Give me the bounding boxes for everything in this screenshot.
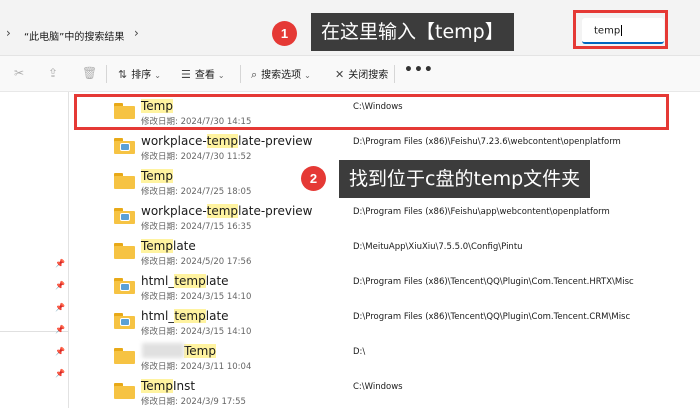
item-path: D:\MeituApp\XiuXiu\7.5.5.0\Config\Pintu [353, 242, 523, 252]
chevron-right-icon[interactable]: › [134, 26, 139, 40]
item-path: D:\Program Files (x86)\Tencent\QQ\Plugin… [353, 277, 634, 287]
item-path: D:\Program Files (x86)\Feishu\7.23.6\web… [353, 137, 621, 147]
search-options-button[interactable]: ⌕ 搜索选项 ⌄ [251, 66, 311, 82]
item-date: 修改日期: 2024/5/20 17:56 [141, 257, 252, 267]
blurred-redaction [142, 343, 184, 358]
item-date: 修改日期: 2024/3/9 17:55 [141, 397, 246, 407]
folder-icon [114, 173, 135, 189]
pin-icon[interactable]: 📌 [55, 303, 65, 312]
item-name: html_template [141, 309, 229, 323]
folder-image-icon [114, 313, 135, 329]
sort-label: 排序 [131, 70, 152, 81]
item-date: 修改日期: 2024/3/11 10:04 [141, 362, 252, 372]
breadcrumb[interactable]: “此电脑”中的搜索结果 [24, 28, 124, 43]
list-item[interactable]: TempInst 修改日期: 2024/3/9 17:55 C:\Windows [72, 374, 700, 408]
list-item[interactable]: html_template 修改日期: 2024/3/15 14:10 D:\P… [72, 304, 700, 339]
close-search-label: 关闭搜索 [348, 70, 389, 81]
toolbar-divider [394, 65, 395, 83]
chevron-down-icon: ⌄ [154, 71, 161, 80]
item-name: Template [141, 239, 196, 253]
pin-icon[interactable]: 📌 [55, 281, 65, 290]
item-path: D:\Program Files (x86)\Feishu\app\webcon… [353, 207, 610, 217]
item-date: 修改日期: 2024/7/30 11:52 [141, 152, 252, 162]
item-date: 修改日期: 2024/3/15 14:10 [141, 292, 252, 302]
pin-icon[interactable]: 📌 [55, 369, 65, 378]
callout-1: 在这里输入【temp】 [311, 13, 514, 51]
toolbar-divider [106, 65, 107, 83]
pin-icon[interactable]: 📌 [55, 325, 65, 334]
list-item[interactable]: workplace-template-preview 修改日期: 2024/7/… [72, 129, 700, 164]
item-name: workplace-template-preview [141, 204, 313, 218]
command-toolbar: ✂ ⇪ 🗑 ⇅ 排序 ⌄ ☰ 查看 ⌄ ⌕ 搜索选项 ⌄ ✕ 关闭搜索 ••• [0, 56, 700, 92]
view-icon: ☰ [181, 68, 191, 81]
folder-image-icon [114, 138, 135, 154]
item-date: 修改日期: 2024/7/15 16:35 [141, 222, 252, 232]
pin-icon[interactable]: 📌 [55, 259, 65, 268]
close-search-button[interactable]: ✕ 关闭搜索 [335, 66, 388, 81]
share-icon[interactable]: ⇪ [48, 66, 58, 80]
item-name: workplace-template-preview [141, 134, 313, 148]
item-name: html_template [141, 274, 229, 288]
view-label: 查看 [194, 70, 215, 81]
folder-icon [114, 348, 135, 364]
delete-icon[interactable]: 🗑 [82, 66, 97, 80]
folder-icon [114, 383, 135, 399]
navigation-pane: 📌 📌 📌 📌 📌 📌 [0, 92, 68, 408]
step-badge-2: 2 [301, 166, 326, 191]
step-badge-1: 1 [272, 21, 297, 46]
toolbar-divider [240, 65, 241, 83]
target-row-highlight-box [74, 94, 669, 130]
search-results-list: Temp 修改日期: 2024/7/30 14:15 C:\Windows wo… [72, 92, 700, 408]
callout-2: 找到位于c盘的temp文件夹 [339, 160, 591, 198]
sort-icon: ⇅ [118, 68, 128, 81]
pin-icon[interactable]: 📌 [55, 347, 65, 356]
item-date: 修改日期: 2024/7/25 18:05 [141, 187, 252, 197]
chevron-down-icon: ⌄ [304, 71, 311, 80]
item-path: C:\Windows [353, 382, 403, 392]
item-date: 修改日期: 2024/3/15 14:10 [141, 327, 252, 337]
chevron-left-icon[interactable]: › [6, 26, 11, 40]
sort-button[interactable]: ⇅ 排序 ⌄ [118, 66, 161, 81]
cut-icon[interactable]: ✂ [14, 66, 24, 80]
item-name: TempInst [141, 379, 196, 393]
list-item[interactable]: workplace-template-preview 修改日期: 2024/7/… [72, 199, 700, 234]
list-item[interactable]: html_template 修改日期: 2024/3/15 14:10 D:\P… [72, 269, 700, 304]
more-options-icon[interactable]: ••• [404, 62, 434, 78]
search-options-label: 搜索选项 [261, 70, 302, 81]
list-item[interactable]: Template 修改日期: 2024/5/20 17:56 D:\MeituA… [72, 234, 700, 269]
item-path: D:\ [353, 347, 366, 357]
search-highlight-box [573, 10, 668, 49]
folder-image-icon [114, 208, 135, 224]
close-icon: ✕ [335, 68, 345, 81]
item-name: Temp [184, 344, 216, 358]
chevron-down-icon: ⌄ [217, 71, 225, 80]
item-path: D:\Program Files (x86)\Tencent\QQ\Plugin… [353, 312, 631, 322]
search-icon: ⌕ [251, 68, 258, 81]
folder-image-icon [114, 278, 135, 294]
item-name: Temp [141, 169, 173, 183]
view-button[interactable]: ☰ 查看 ⌄ [181, 66, 225, 81]
folder-icon [114, 243, 135, 259]
pane-border [68, 92, 69, 408]
